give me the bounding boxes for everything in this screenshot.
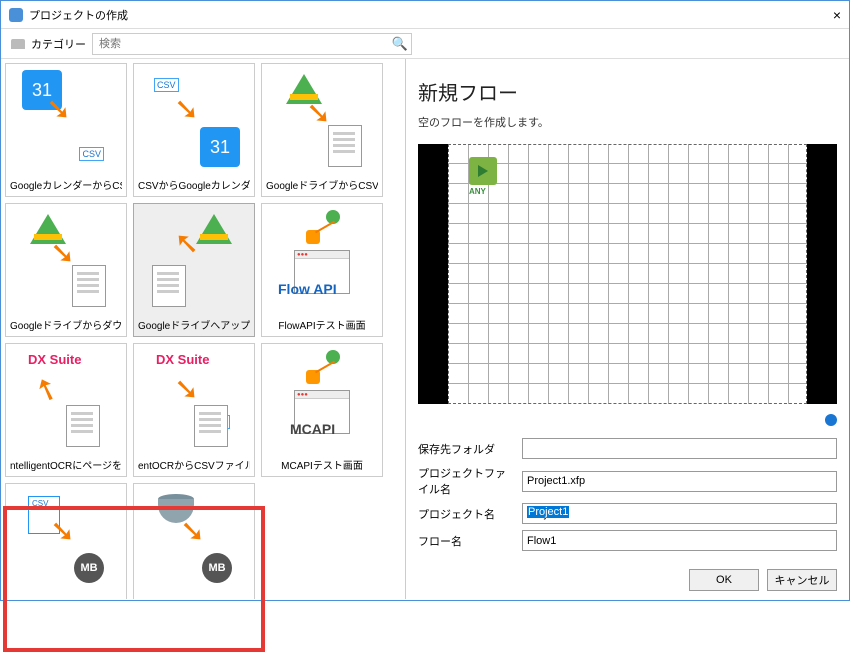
- template-thumb-icon: CSV➘31: [138, 68, 250, 177]
- template-item[interactable]: ●●●MCAPIMCAPIテスト画面: [261, 343, 383, 477]
- template-item[interactable]: 31➘CSVGoogleカレンダーからCSVへ: [5, 63, 127, 197]
- cancel-button[interactable]: キャンセル: [767, 569, 837, 591]
- slider-handle-icon[interactable]: [825, 414, 837, 426]
- template-label: CSVからGoogleカレンダーへ: [138, 177, 250, 192]
- template-item[interactable]: ➘MBらMotionBoard(リアルタイム連: [5, 483, 127, 599]
- template-thumb-icon: ➘MB: [10, 488, 122, 597]
- project-name-label: プロジェクト名: [418, 506, 514, 522]
- save-folder-field[interactable]: [522, 438, 837, 459]
- project-file-field[interactable]: [522, 471, 837, 492]
- ok-button[interactable]: OK: [689, 569, 759, 591]
- template-label: GoogleドライブからCSVへ: [266, 177, 378, 192]
- zoom-slider[interactable]: [418, 414, 837, 426]
- template-item[interactable]: DX Suite➘CSVentOCRからCSVファイルをダウ: [133, 343, 255, 477]
- template-label: らMotionBoard(リアルタイム連: [10, 597, 122, 599]
- search-icon[interactable]: 🔍: [392, 36, 408, 52]
- template-label: Googleドライブへアップロード: [138, 317, 250, 332]
- close-icon[interactable]: ×: [833, 7, 841, 23]
- flow-name-label: フロー名: [418, 533, 514, 549]
- template-item[interactable]: ➘Googleドライブからダウンロード: [5, 203, 127, 337]
- template-item[interactable]: ➘Googleドライブへアップロード: [133, 203, 255, 337]
- search-input[interactable]: [92, 33, 412, 55]
- template-thumb-icon: DX Suite➘CSV: [138, 348, 250, 457]
- project-file-label: プロジェクトファイル名: [418, 465, 514, 497]
- flow-preview: ANY: [418, 144, 837, 404]
- template-label: Googleドライブからダウンロード: [10, 317, 122, 332]
- template-label: MCAPIテスト画面: [266, 457, 378, 472]
- app-icon: [9, 8, 23, 22]
- template-label: らMotionBoard(リアルタイム連: [138, 597, 250, 599]
- template-item[interactable]: ➘GoogleドライブからCSVへ: [261, 63, 383, 197]
- start-node-icon: [469, 157, 497, 185]
- category-icon: [11, 39, 25, 49]
- category-label: カテゴリー: [31, 36, 86, 52]
- template-label: entOCRからCSVファイルをダウ: [138, 457, 250, 472]
- template-thumb-icon: DX Suite➘: [10, 348, 122, 457]
- template-thumb-icon: ➘: [266, 68, 378, 177]
- template-thumb-icon: ●●●MCAPI: [266, 348, 378, 457]
- template-thumb-icon: 31➘CSV: [10, 68, 122, 177]
- save-folder-label: 保存先フォルダ: [418, 441, 514, 457]
- details-description: 空のフローを作成します。: [418, 114, 837, 130]
- template-scroll-area[interactable]: 31➘CSVGoogleカレンダーからCSVへCSV➘31CSVからGoogle…: [1, 59, 405, 599]
- details-title: 新規フロー: [418, 77, 837, 106]
- template-item[interactable]: CSV➘31CSVからGoogleカレンダーへ: [133, 63, 255, 197]
- template-item[interactable]: DX Suite➘ntelligentOCRにページを追加: [5, 343, 127, 477]
- template-label: ntelligentOCRにページを追加: [10, 457, 122, 472]
- template-thumb-icon: ➘: [10, 208, 122, 317]
- template-item[interactable]: ➘MBらMotionBoard(リアルタイム連: [133, 483, 255, 599]
- template-thumb-icon: ➘: [138, 208, 250, 317]
- flow-name-field[interactable]: [522, 530, 837, 551]
- project-name-selection: Project1: [527, 506, 569, 518]
- template-thumb-icon: ➘MB: [138, 488, 250, 597]
- template-item[interactable]: ●●●Flow APIFlowAPIテスト画面: [261, 203, 383, 337]
- template-thumb-icon: ●●●Flow API: [266, 208, 378, 317]
- window-title: プロジェクトの作成: [29, 7, 833, 23]
- start-node-label: ANY: [469, 187, 486, 196]
- template-label: GoogleカレンダーからCSVへ: [10, 177, 122, 192]
- template-label: FlowAPIテスト画面: [266, 317, 378, 332]
